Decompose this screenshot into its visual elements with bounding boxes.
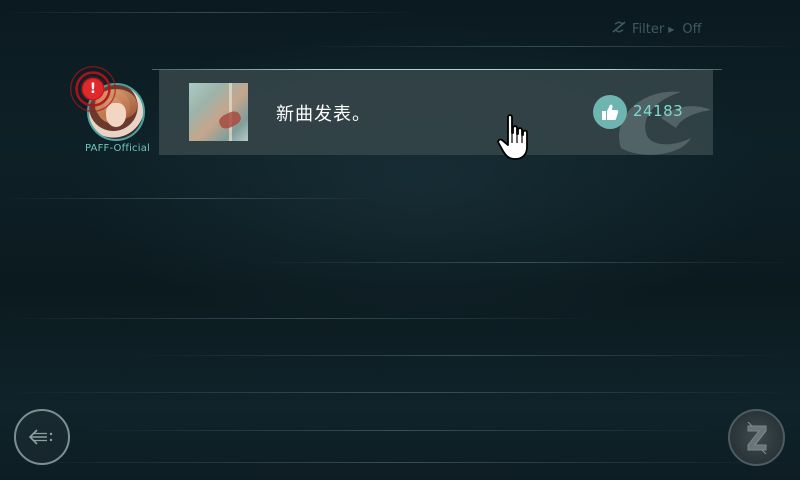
bg-streak xyxy=(0,462,800,463)
back-button[interactable] xyxy=(14,409,70,465)
screen: Filter ▶ Off ! PAFF-Official 新曲发表。 24183 xyxy=(0,0,800,480)
like-button[interactable] xyxy=(593,95,627,129)
post-thumbnail[interactable] xyxy=(189,83,248,141)
filter-label: Filter xyxy=(632,21,665,37)
caret-right-icon: ▶ xyxy=(668,24,675,34)
menu-button[interactable] xyxy=(728,409,785,466)
bg-streak xyxy=(0,392,800,393)
bg-streak xyxy=(300,46,800,47)
post-card[interactable]: 新曲发表。 24183 xyxy=(159,70,713,155)
bg-streak xyxy=(80,430,720,431)
filter-icon xyxy=(612,20,626,38)
back-arrow-icon xyxy=(28,429,53,445)
avatar-face xyxy=(106,103,126,127)
like-count: 24183 xyxy=(633,102,684,120)
thumbnail-detail xyxy=(217,109,243,131)
author-avatar-group[interactable]: ! PAFF-Official xyxy=(70,66,154,158)
logo-menu-icon xyxy=(747,421,766,454)
alert-icon: ! xyxy=(83,79,103,99)
post-text: 新曲发表。 xyxy=(276,104,371,125)
thumbs-up-icon xyxy=(602,104,619,120)
bg-streak xyxy=(120,355,800,356)
bg-streak xyxy=(0,12,420,13)
bg-streak xyxy=(0,198,380,199)
hand-cursor-icon xyxy=(497,114,528,160)
bg-streak xyxy=(0,318,600,319)
bg-streak xyxy=(250,262,800,263)
filter-toggle[interactable]: Filter ▶ Off xyxy=(612,19,702,39)
author-name: PAFF-Official xyxy=(84,143,151,154)
filter-value: Off xyxy=(682,21,702,37)
